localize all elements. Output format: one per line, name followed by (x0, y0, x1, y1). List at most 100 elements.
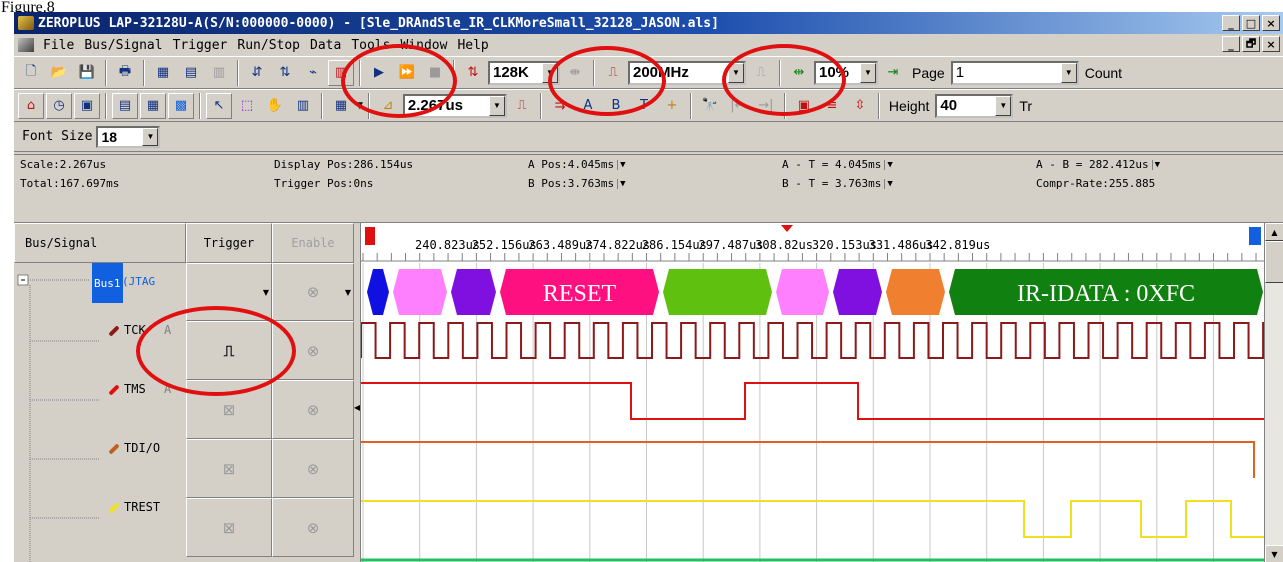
trest-enable-cell[interactable]: ⊗ (272, 498, 354, 557)
window-titlebar[interactable]: ZEROPLUS LAP-32128U-A(S/N:000000-0000) -… (14, 12, 1283, 34)
chevron-down-icon[interactable]: ▼ (617, 159, 626, 170)
waveform-svg[interactable]: 240.823us252.156us263.489us274.822us286.… (360, 223, 1279, 562)
chevron-down-icon[interactable]: ▼ (728, 62, 744, 83)
save-icon[interactable]: 💾 (74, 59, 100, 86)
bus-disabled-icon[interactable]: ▥ (206, 59, 232, 86)
waveform-canvas[interactable]: 240.823us 252.156us 263.489us 274.822us 286.… (360, 223, 1279, 562)
bus-property-icon[interactable]: ▦ (150, 59, 176, 86)
bus-icon[interactable]: ≡ (818, 92, 845, 119)
compression-icon[interactable]: ⇼ (562, 59, 588, 86)
menu-data[interactable]: Data (305, 38, 346, 53)
a-bar-icon[interactable]: ⇉ (546, 92, 573, 119)
menu-bus-signal[interactable]: Bus/Signal (79, 38, 167, 53)
menu-window[interactable]: Window (395, 38, 452, 53)
signal-name-tms[interactable]: TMS (124, 382, 146, 396)
bar-add-icon[interactable]: + (658, 92, 685, 119)
trigger-header[interactable]: Trigger (186, 223, 272, 263)
find-next-icon[interactable]: →| (752, 92, 779, 119)
chevron-down-icon[interactable]: ▼ (884, 159, 893, 170)
tck-trigger-cell[interactable]: ⎍ (186, 321, 272, 380)
doc-close-button[interactable]: × (1262, 36, 1280, 52)
maximize-button[interactable]: □ (1242, 15, 1260, 31)
bus-trigger-cell[interactable]: ▼ (186, 263, 272, 321)
enable-header[interactable]: Enable (272, 223, 354, 263)
trigger-edge-icon[interactable]: ⇅ (272, 59, 298, 86)
chevron-down-icon[interactable]: ▼ (488, 95, 505, 116)
chevron-down-icon[interactable]: ▼ (884, 178, 893, 189)
trest-trigger-cell[interactable]: ⊠ (186, 498, 272, 557)
chevron-down-icon[interactable]: ▼ (263, 288, 269, 297)
chevron-down-icon[interactable]: ▼ (617, 178, 626, 189)
new-file-icon[interactable]: 🗋 (18, 59, 44, 86)
run-icon[interactable]: ▶ (366, 59, 392, 86)
signal-name-trest[interactable]: TREST (124, 500, 160, 514)
scroll-down-icon[interactable]: ▼ (1265, 545, 1283, 562)
bus-signal-header[interactable]: Bus/Signal (14, 223, 186, 263)
timing-icon[interactable]: ◷ (46, 92, 72, 119)
cursor-bar-icon[interactable]: ▥ (290, 92, 316, 119)
chevron-down-icon[interactable]: ▼ (995, 95, 1012, 116)
select-region-icon[interactable]: ⬚ (234, 92, 260, 119)
chevron-down-icon[interactable]: ▼ (356, 101, 363, 111)
chevron-down-icon[interactable]: ▼ (345, 288, 351, 297)
chevron-down-icon[interactable]: ▼ (860, 62, 876, 83)
b-pos-info[interactable]: B Pos:3.763ms ▼ (528, 177, 626, 190)
stop-icon[interactable]: ■ (422, 59, 448, 86)
arrange-icon[interactable]: ⇳ (846, 92, 873, 119)
tdio-trigger-cell[interactable]: ⊠ (186, 439, 272, 498)
menu-run-stop[interactable]: Run/Stop (232, 38, 305, 53)
list-icon[interactable]: ▤ (112, 92, 138, 119)
a-b-info[interactable]: A - B = 282.412us ▼ (1036, 158, 1160, 171)
print-icon[interactable]: 🖶 (112, 59, 138, 86)
trigger-condition-icon[interactable]: ⌁ (300, 59, 326, 86)
page-select[interactable]: 1 ▼ (950, 60, 1079, 85)
b-search-icon[interactable]: B (602, 92, 629, 119)
bus-add-icon[interactable]: ▤ (178, 59, 204, 86)
tdio-enable-cell[interactable]: ⊗ (272, 439, 354, 498)
pointer-icon[interactable]: ↖ (206, 92, 232, 119)
close-button[interactable]: × (1262, 15, 1280, 31)
zoom-select[interactable]: 10% ▼ (814, 60, 878, 85)
memory-icon[interactable]: ⇅ (460, 59, 486, 86)
document-icon[interactable] (18, 38, 34, 52)
hand-icon[interactable]: ✋ (262, 92, 288, 119)
trigger-position-icon[interactable]: ⇹ (786, 59, 812, 86)
run-repeat-icon[interactable]: ⏩ (394, 59, 420, 86)
trigger-icon[interactable]: ⇵ (244, 59, 270, 86)
font-size-select[interactable]: 18 ▼ (96, 125, 161, 148)
trigger-setup-icon[interactable]: ▥ (328, 59, 354, 86)
signal-name-tdio[interactable]: TDI/O (124, 441, 160, 455)
scroll-up-icon[interactable]: ▲ (1265, 223, 1283, 241)
tms-trigger-cell[interactable]: ⊠ (186, 380, 272, 439)
doc-restore-button[interactable]: 🗗 (1242, 36, 1260, 52)
scale-icon[interactable]: ⊿ (374, 92, 401, 119)
tms-enable-cell[interactable]: ⊗ (272, 380, 354, 439)
packet-icon[interactable]: ▦ (140, 92, 166, 119)
menu-file[interactable]: File (38, 38, 79, 53)
scroll-thumb[interactable] (1265, 241, 1283, 283)
bus-enable-cell[interactable]: ⊗ ▼ (272, 263, 354, 321)
clock-icon[interactable]: ⎍ (600, 59, 626, 86)
vertical-scrollbar[interactable]: ▲ ▼ (1264, 223, 1283, 562)
menu-trigger[interactable]: Trigger (168, 38, 233, 53)
edge-jump-icon[interactable]: ⎍ (508, 92, 535, 119)
layout-icon[interactable]: ▩ (168, 92, 194, 119)
state-icon[interactable]: ▣ (74, 92, 100, 119)
memory-depth-select[interactable]: 128K ▼ (488, 60, 560, 85)
bus-label[interactable]: Bus1 (92, 263, 123, 303)
a-pos-info[interactable]: A Pos:4.045ms ▼ (528, 158, 626, 171)
sample-rate-select[interactable]: 200MHz ▼ (628, 60, 746, 85)
report-icon[interactable]: ▣ (790, 92, 817, 119)
menu-help[interactable]: Help (452, 38, 493, 53)
find-prev-icon[interactable]: |← (724, 92, 751, 119)
chevron-down-icon[interactable]: ▼ (142, 127, 159, 146)
threshold-icon[interactable]: ⎍ (748, 59, 774, 86)
minimize-button[interactable]: _ (1222, 15, 1240, 31)
open-folder-icon[interactable]: 📂 (46, 59, 72, 86)
signal-name-tck[interactable]: TCK (124, 323, 146, 337)
tck-enable-cell[interactable]: ⊗ (272, 321, 354, 380)
page-arrow-icon[interactable]: ⇥ (880, 59, 906, 86)
a-t-info[interactable]: A - T = 4.045ms ▼ (782, 158, 893, 171)
scale-menu-icon[interactable]: ▦ (328, 92, 354, 119)
scale-select[interactable]: 2.267us ▼ (402, 93, 507, 118)
